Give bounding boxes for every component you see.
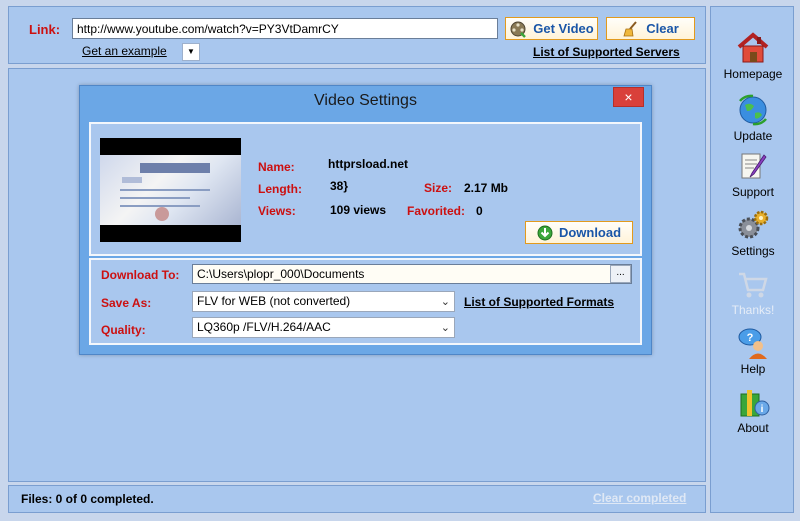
sidebar-item-support[interactable]: Support [711, 149, 795, 199]
sidebar-item-label: Help [740, 362, 766, 376]
name-value: httprsload.net [328, 157, 408, 171]
clear-label: Clear [646, 21, 679, 36]
svg-text:i: i [761, 404, 764, 415]
clear-completed-link[interactable]: Clear completed [593, 491, 686, 505]
sidebar: Homepage Update Support Settings Thanks!… [710, 6, 794, 513]
chevron-down-icon: ⌄ [440, 322, 450, 334]
chevron-down-icon: ▼ [187, 47, 195, 56]
download-arrow-icon [537, 225, 553, 240]
quality-value: LQ360p /FLV/H.264/AAC [197, 320, 331, 334]
link-panel: Link: Get Video Clear Get an example ▼ L… [8, 6, 706, 64]
main-panel: Video Settings × Name: httprsload.net Le… [8, 68, 706, 482]
document-pen-icon [741, 153, 767, 179]
sidebar-item-label: Settings [731, 244, 775, 258]
views-label: Views: [258, 204, 296, 218]
globe-icon [739, 94, 767, 126]
files-status-text: Files: 0 of 0 completed. [21, 492, 154, 506]
cart-icon [739, 272, 768, 298]
chevron-down-icon: ⌄ [440, 296, 450, 308]
sidebar-item-label: Support [731, 185, 775, 199]
sidebar-item-label: Homepage [723, 67, 783, 81]
length-value: 38} [330, 179, 349, 193]
gears-icon [738, 210, 769, 239]
broom-icon [623, 20, 637, 36]
sidebar-item-update[interactable]: Update [711, 93, 795, 143]
favorited-label: Favorited: [407, 204, 466, 218]
link-label: Link: [29, 22, 61, 37]
sidebar-item-settings[interactable]: Settings [711, 208, 795, 258]
close-icon: × [624, 89, 633, 105]
sidebar-item-thanks[interactable]: Thanks! [711, 269, 795, 317]
name-label: Name: [258, 160, 295, 174]
example-dropdown-button[interactable]: ▼ [182, 43, 200, 61]
film-reel-icon [510, 21, 527, 38]
sidebar-item-homepage[interactable]: Homepage [711, 31, 795, 81]
sidebar-item-label: About [737, 421, 769, 435]
sidebar-item-label: Thanks! [731, 303, 775, 317]
get-example-link[interactable]: Get an example [82, 44, 167, 58]
size-value: 2.17 Mb [464, 181, 509, 195]
download-settings-box: Download To: ... Save As: FLV for WEB (n… [89, 258, 642, 345]
download-path-input[interactable] [192, 264, 632, 284]
home-icon [737, 32, 769, 63]
supported-servers-link[interactable]: List of Supported Servers [533, 45, 680, 59]
help-person-icon: ? [738, 328, 767, 359]
download-button[interactable]: Download [525, 221, 633, 244]
sidebar-item-label: Update [733, 129, 773, 143]
sidebar-item-about[interactable]: i About [711, 385, 795, 435]
favorited-value: 0 [476, 204, 483, 218]
views-value: 109 views [330, 203, 387, 217]
dialog-title: Video Settings [314, 92, 417, 109]
dialog-close-button[interactable]: × [613, 87, 644, 107]
clear-button[interactable]: Clear [606, 17, 695, 40]
download-label: Download [558, 225, 622, 240]
video-settings-dialog: Video Settings × Name: httprsload.net Le… [79, 85, 652, 355]
save-as-label: Save As: [101, 296, 152, 310]
size-label: Size: [424, 181, 453, 195]
svg-text:?: ? [747, 332, 754, 344]
save-as-select[interactable]: FLV for WEB (not converted) ⌄ [192, 291, 455, 312]
sidebar-item-help[interactable]: ? Help [711, 326, 795, 376]
browse-button[interactable]: ... [610, 265, 631, 283]
video-thumbnail [100, 138, 241, 242]
get-video-button[interactable]: Get Video [505, 17, 598, 40]
save-as-value: FLV for WEB (not converted) [197, 294, 351, 308]
quality-label: Quality: [101, 323, 146, 337]
get-video-label: Get Video [533, 21, 594, 36]
link-input[interactable] [72, 18, 498, 39]
video-info-box: Name: httprsload.net Length: 38} Size: 2… [89, 122, 642, 256]
status-bar: Files: 0 of 0 completed. Clear completed [8, 485, 706, 513]
length-label: Length: [258, 182, 302, 196]
download-to-label: Download To: [101, 268, 180, 282]
quality-select[interactable]: LQ360p /FLV/H.264/AAC ⌄ [192, 317, 455, 338]
box-icon: i [740, 390, 770, 417]
supported-formats-link[interactable]: List of Supported Formats [464, 295, 614, 309]
